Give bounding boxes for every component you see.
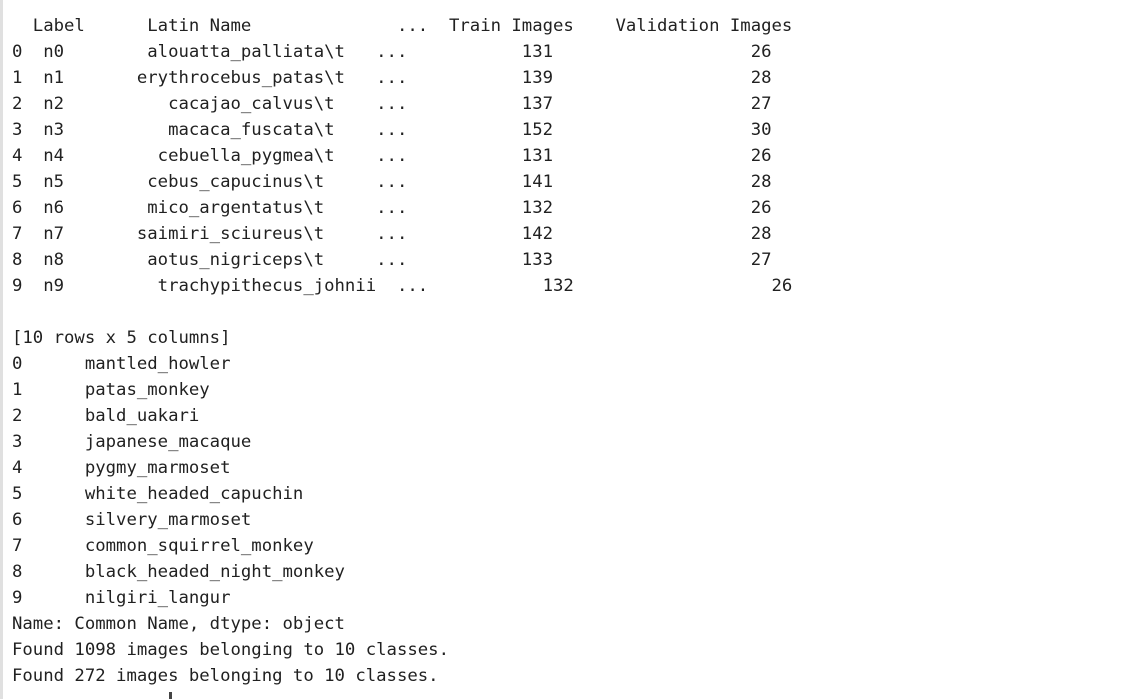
found-validation-message: Found 272 images belonging to 10 classes… [12,666,439,686]
series-row: 7 common_squirrel_monkey [12,536,314,556]
dataframe-row: 8 n8 aotus_nigriceps\t ... 133 27 [12,250,772,270]
series-row: 2 bald_uakari [12,406,200,426]
dataframe-row: 7 n7 saimiri_sciureus\t ... 142 28 [12,224,772,244]
blank-line [12,299,1132,325]
dataframe-row: 3 n3 macaca_fuscata\t ... 152 30 [12,120,772,140]
cell-output-area: Label Latin Name ... Train Images Valida… [12,13,1132,689]
dataframe-row: 4 n4 cebuella_pygmea\t ... 131 26 [12,146,772,166]
series-row: 5 white_headed_capuchin [12,484,304,504]
dataframe-row: 2 n2 cacajao_calvus\t ... 137 27 [12,94,772,114]
cutoff-text-fragment [169,692,172,699]
series-row: 9 nilgiri_langur [12,588,231,608]
series-row: 4 pygmy_marmoset [12,458,231,478]
series-row: 6 silvery_marmoset [12,510,252,530]
dataframe-shape-note: [10 rows x 5 columns] [12,328,231,348]
dataframe-row: 9 n9 trachypithecus_johnii ... 132 26 [12,276,793,296]
output-cell-border [0,0,3,699]
dataframe-header: Label Latin Name ... Train Images Valida… [12,16,793,36]
dataframe-row: 0 n0 alouatta_palliata\t ... 131 26 [12,42,772,62]
dataframe-row: 6 n6 mico_argentatus\t ... 132 26 [12,198,772,218]
dataframe-row: 1 n1 erythrocebus_patas\t ... 139 28 [12,68,772,88]
series-row: 3 japanese_macaque [12,432,252,452]
series-row: 0 mantled_howler [12,354,231,374]
series-footer: Name: Common Name, dtype: object [12,614,345,634]
series-row: 1 patas_monkey [12,380,210,400]
dataframe-row: 5 n5 cebus_capucinus\t ... 141 28 [12,172,772,192]
series-row: 8 black_headed_night_monkey [12,562,345,582]
found-train-message: Found 1098 images belonging to 10 classe… [12,640,449,660]
